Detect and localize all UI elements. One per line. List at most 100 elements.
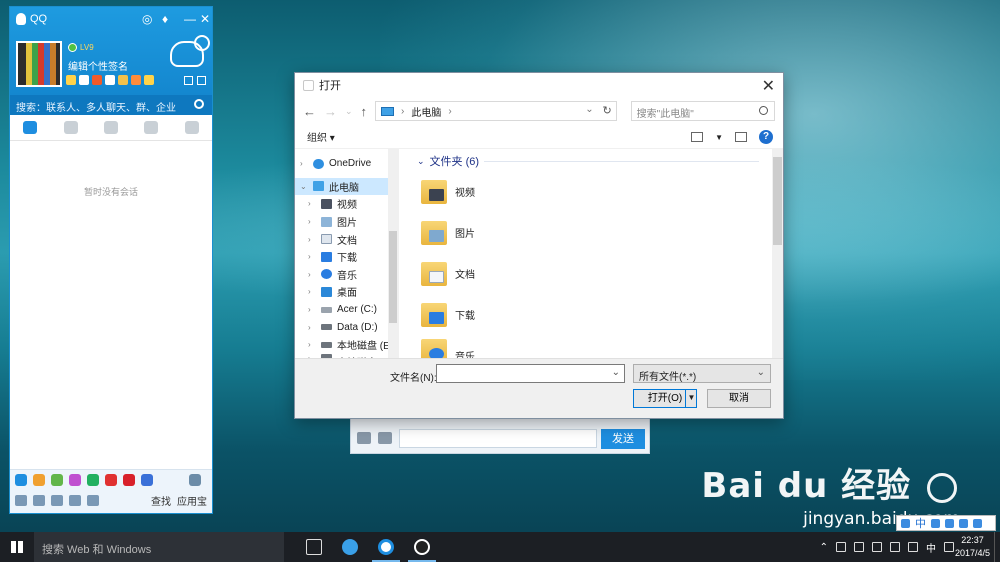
nav-scrollbar[interactable] [388,149,398,361]
qq-find-button[interactable]: 查找 [151,493,171,508]
nav-item-videos[interactable]: › 视频 [295,195,398,213]
search-icon[interactable] [759,106,768,115]
group-collapse-icon[interactable]: ⌄ [417,156,425,167]
view-options-icon[interactable] [691,132,704,142]
battery-icon[interactable] [872,542,882,552]
breadcrumb[interactable]: 此电脑 [411,104,441,119]
weather-icon[interactable] [170,35,210,67]
expand-arrow-icon[interactable]: › [308,252,316,261]
ime-indicator[interactable]: 中 [926,540,936,555]
volume-icon[interactable] [890,542,900,552]
mail-icon[interactable] [105,75,115,85]
qq-skin-icon[interactable]: ◎ [142,12,152,26]
filename-dropdown-icon[interactable]: ⌄ [612,367,620,378]
qq-close-button[interactable]: ✕ [200,12,210,26]
expand-arrow-icon[interactable]: › [308,287,316,296]
tab-phone-icon[interactable] [184,121,199,134]
star-icon[interactable] [66,75,76,85]
nav-item-drive-e[interactable]: › 本地磁盘 (E:) [295,336,398,354]
nav-scrollbar-thumb[interactable] [389,231,397,323]
ime-logo-icon[interactable] [901,518,910,528]
send-button[interactable]: 发送 [601,429,645,449]
tab-contacts-icon[interactable] [63,121,78,134]
folder-icon[interactable] [357,432,371,444]
filetype-select[interactable]: 所有文件(*.*) ⌄ [633,364,771,383]
search-icon[interactable] [194,99,204,109]
qq-minimize-button[interactable]: — [184,12,196,26]
search-input[interactable]: 搜索"此电脑" [630,101,775,121]
settings-icon[interactable] [33,495,45,506]
online-status-icon[interactable] [68,43,77,52]
app-shortcut-icon[interactable] [33,474,45,486]
organize-button[interactable]: 组织 ▾ [307,129,335,144]
show-desktop-button[interactable] [994,532,1000,562]
taskbar-search[interactable]: 搜索 Web 和 Windows [34,532,284,562]
game-icon[interactable] [92,75,102,85]
nav-item-drive-c[interactable]: › Acer (C:) [295,301,398,319]
system-clock[interactable]: 22:37 2017/4/5 [955,534,990,560]
recent-dropdown-icon[interactable]: ⌄ [345,106,353,117]
folder-item-pictures[interactable]: 图片 [417,212,783,253]
help-icon[interactable]: ? [759,130,773,144]
folder-group-header[interactable]: ⌄ 文件夹 (6) [417,151,783,171]
ime-mode[interactable]: 中 [915,515,926,531]
tab-messages-icon[interactable] [23,121,38,134]
ime-emoji-icon[interactable] [945,518,954,528]
breadcrumb-chevron-icon[interactable]: › [401,106,404,117]
refresh-icon[interactable]: ↻ [602,104,611,117]
volume-icon[interactable] [51,495,63,506]
action-center-icon[interactable] [908,542,918,552]
nav-item-onedrive[interactable]: › OneDrive [295,155,398,173]
qq-taskbar-button[interactable] [404,532,440,562]
nav-item-pictures[interactable]: › 图片 [295,213,398,231]
back-arrow-icon[interactable]: ← [303,104,316,119]
nav-item-downloads[interactable]: › 下载 [295,248,398,266]
expand-arrow-icon[interactable]: › [300,159,308,168]
ie-taskbar-button[interactable] [332,532,368,562]
qq-app-store-button[interactable]: 应用宝 [177,493,207,508]
address-bar[interactable]: › 此电脑 › ⌄ ↻ [375,101,617,121]
wallet-icon[interactable] [118,75,128,85]
content-scrollbar-thumb[interactable] [773,157,782,245]
vip-icon[interactable] [144,75,154,85]
filename-input[interactable]: ⌄ [436,364,625,383]
ime-skin-icon[interactable] [959,518,968,528]
nav-item-this-pc[interactable]: ⌄ 此电脑 [295,177,398,196]
close-button[interactable]: ✕ [762,76,775,96]
up-arrow-icon[interactable]: ↑ [361,104,368,119]
expand-arrow-icon[interactable]: › [308,217,316,226]
nav-item-drive-d[interactable]: › Data (D:) [295,318,398,336]
scissors-icon[interactable] [378,432,392,444]
start-button[interactable] [0,532,34,562]
qq-shield-icon[interactable]: ♦ [162,12,168,26]
expand-arrow-icon[interactable]: › [308,270,316,279]
folder-item-videos[interactable]: 视频 [417,171,783,212]
expand-arrow-icon[interactable]: › [308,235,316,244]
shop-icon[interactable] [131,75,141,85]
expand-arrow-icon[interactable]: › [308,323,316,332]
qq-search-bar[interactable]: 搜索：联系人、多人聊天、群、企业 [10,95,212,115]
tray-expand-icon[interactable]: ⌃ [820,542,828,553]
nav-item-music[interactable]: › 音乐 [295,266,398,284]
view-dropdown-icon[interactable]: ▼ [715,133,723,142]
app-shortcut-icon[interactable] [105,474,117,486]
expand-arrow-icon[interactable]: › [308,305,316,314]
app-shortcut-icon[interactable] [51,474,63,486]
nav-item-documents[interactable]: › 文档 [295,230,398,248]
security-icon[interactable] [854,542,864,552]
qq-browser-taskbar-button[interactable] [368,532,404,562]
shield-icon[interactable] [944,542,954,552]
jd-icon[interactable] [123,474,135,486]
qzone-icon[interactable] [79,75,89,85]
address-dropdown-icon[interactable]: ⌄ [585,104,593,115]
breadcrumb-chevron-icon[interactable]: › [448,106,451,117]
content-scrollbar[interactable] [772,149,783,361]
app-shortcut-icon[interactable] [15,474,27,486]
cancel-button[interactable]: 取消 [707,389,771,408]
collapse-arrow-icon[interactable]: ⌄ [300,182,308,191]
task-view-button[interactable] [296,532,332,562]
wifi-icon[interactable] [836,542,846,552]
expand-arrow-icon[interactable]: › [308,340,316,349]
app-manager-icon[interactable] [197,76,206,85]
nav-item-desktop[interactable]: › 桌面 [295,283,398,301]
